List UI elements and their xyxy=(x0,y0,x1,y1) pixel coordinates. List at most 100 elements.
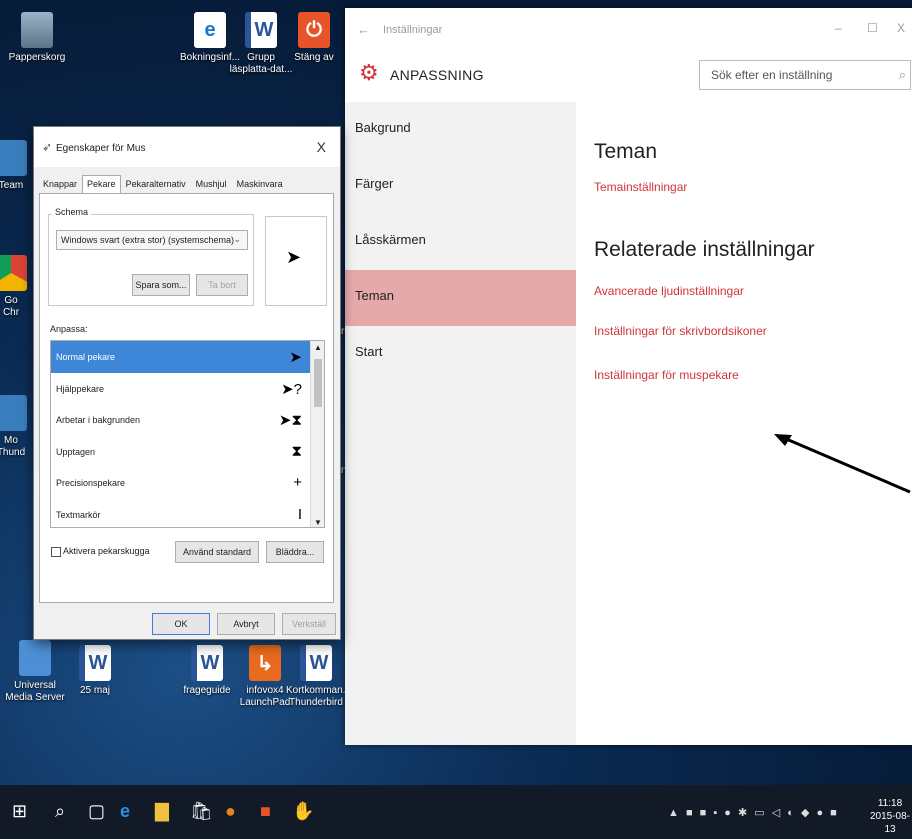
desktop-icons-link[interactable]: Inställningar för skrivbordsikoner xyxy=(594,324,912,338)
infovox-icon: ↳ xyxy=(249,645,281,681)
task-view-icon[interactable]: ▢ xyxy=(88,801,105,822)
help-cursor-icon: ➤? xyxy=(281,380,302,398)
scheme-label: Schema xyxy=(52,207,92,217)
crosshair-icon: + xyxy=(293,474,302,491)
tab-knappar[interactable]: Knappar xyxy=(38,175,82,193)
search-icon: ⌕ xyxy=(898,67,906,82)
nav-item-lasskarmen[interactable]: Låsskärmen xyxy=(345,214,576,270)
shutdown-shortcut[interactable]: ⏻ Stäng av xyxy=(283,12,345,64)
dialog-titlebar: ➶ Egenskaper för Mus X xyxy=(34,127,340,167)
pointer-list[interactable]: Normal pekare ➤ Hjälppekare ➤? Arbetar i… xyxy=(50,340,325,528)
checkbox-box xyxy=(51,546,61,557)
tab-pekaralternativ[interactable]: Pekaralternativ xyxy=(121,175,191,193)
settings-nav: Bakgrund Färger Låsskärmen Teman Start xyxy=(345,102,576,745)
chevron-down-icon: ⌄ xyxy=(233,234,241,244)
themes-heading: Teman xyxy=(594,140,658,163)
text-cursor-icon: I xyxy=(297,505,302,523)
cancel-button[interactable]: Avbryt xyxy=(217,613,275,635)
list-item[interactable]: Hjälppekare ➤? xyxy=(51,373,324,405)
windows-start-icon[interactable]: ⊞ xyxy=(12,801,27,822)
working-cursor-icon: ➤⧗ xyxy=(278,412,302,429)
theme-settings-link[interactable]: Temainställningar xyxy=(594,180,912,194)
nav-item-farger[interactable]: Färger xyxy=(345,158,576,214)
minimize-icon[interactable]: – xyxy=(835,21,842,35)
ok-button[interactable]: OK xyxy=(152,613,210,635)
kortkommandon-shortcut[interactable]: W Kortkomman... Thunderbird xyxy=(286,645,351,709)
settings-window: ← Inställningar – ☐ X ⚙ ANPASSNING Sök e… xyxy=(345,8,912,745)
tab-maskinvara[interactable]: Maskinvara xyxy=(232,175,288,193)
settings-titlebar: ← Inställningar – ☐ X xyxy=(345,8,912,52)
annotation-arrow xyxy=(774,434,911,494)
scroll-thumb[interactable] xyxy=(314,359,322,407)
edge-icon: e xyxy=(194,12,226,48)
power-icon[interactable]: ■ xyxy=(260,801,271,822)
recycle-bin-shortcut[interactable]: Papperskorg xyxy=(2,12,72,64)
edge-icon[interactable]: e xyxy=(120,801,130,822)
back-arrow-icon[interactable]: ← xyxy=(357,22,370,37)
chrome-icon xyxy=(0,255,27,291)
taskbar: ⊞ ⌕ ▢ e ▇ 🛍 ● ■ ✋ ▲ ■ ■ ▪ ● ✱ ▭ ◁ ◐ ◆ ● … xyxy=(0,785,912,839)
date: 2015-08-13 xyxy=(869,811,911,835)
list-item[interactable]: Arbetar i bakgrunden ➤⧗ xyxy=(51,404,324,436)
recycle-bin-icon xyxy=(21,12,53,48)
nav-item-bakgrund[interactable]: Bakgrund xyxy=(345,102,576,158)
list-item[interactable]: Normal pekare ➤ xyxy=(51,341,324,373)
advanced-sound-link[interactable]: Avancerade ljudinställningar xyxy=(594,284,912,298)
store-icon[interactable]: 🛍 xyxy=(190,801,213,822)
mouse-pointer-icon: ➶ xyxy=(42,140,53,154)
firefox-icon[interactable]: ● xyxy=(225,801,236,822)
mouse-pointer-link[interactable]: Inställningar för muspekare xyxy=(594,368,912,382)
save-as-button[interactable]: Spara som... xyxy=(132,274,190,296)
search-icon[interactable]: ⌕ xyxy=(55,801,65,822)
teamviewer-shortcut[interactable]: Team xyxy=(0,140,36,192)
pointer-app-icon[interactable]: ✋ xyxy=(292,801,314,822)
chrome-shortcut[interactable]: Go Chr xyxy=(0,255,36,319)
mouse-properties-dialog: ➶ Egenskaper för Mus X Knappar Pekare Pe… xyxy=(33,126,341,640)
arrow-cursor-icon: ➤ xyxy=(286,247,302,267)
related-settings-heading: Relaterade inställningar xyxy=(594,238,815,261)
nav-item-start[interactable]: Start xyxy=(345,326,576,382)
scroll-up-icon[interactable]: ▲ xyxy=(314,343,322,352)
dialog-tabs: Knappar Pekare Pekaralternativ Mushjul M… xyxy=(38,175,288,193)
tab-mushjul[interactable]: Mushjul xyxy=(191,175,232,193)
settings-header: ⚙ ANPASSNING Sök efter en inställning ⌕ xyxy=(345,52,912,102)
scheme-select[interactable]: Windows svart (extra stor) (systemschema… xyxy=(56,230,248,250)
list-item[interactable]: Textmarkör I xyxy=(51,499,324,528)
power-icon: ⏻ xyxy=(298,12,330,48)
list-scrollbar[interactable]: ▲ ▼ xyxy=(310,341,324,527)
maj-doc-shortcut[interactable]: W 25 maj xyxy=(60,645,130,697)
search-placeholder: Sök efter en inställning xyxy=(711,68,833,82)
search-input[interactable]: Sök efter en inställning ⌕ xyxy=(699,60,911,90)
close-icon[interactable]: X xyxy=(317,139,326,155)
thunderbird-icon xyxy=(0,395,27,431)
list-item[interactable]: Precisionspekare + xyxy=(51,467,324,499)
pointer-shadow-checkbox[interactable]: Aktivera pekarskugga xyxy=(51,546,150,557)
file-explorer-icon[interactable]: ▇ xyxy=(155,801,169,822)
tab-pekare[interactable]: Pekare xyxy=(82,175,121,193)
use-default-button[interactable]: Använd standard xyxy=(175,541,259,563)
system-tray[interactable]: ▲ ■ ■ ▪ ● ✱ ▭ ◁ ◐ ◆ ● ■ xyxy=(668,806,839,819)
word-doc-icon: W xyxy=(245,12,277,48)
apply-button[interactable]: Verkställ xyxy=(282,613,336,635)
scheme-value: Windows svart (extra stor) (systemschema… xyxy=(61,235,235,245)
page-title: ANPASSNING xyxy=(390,67,484,83)
close-icon[interactable]: X xyxy=(897,21,905,35)
customize-label: Anpassa: xyxy=(50,324,88,334)
delete-button[interactable]: Ta bort xyxy=(196,274,248,296)
maximize-icon[interactable]: ☐ xyxy=(867,21,878,35)
settings-content: Teman Temainställningar Relaterade instä… xyxy=(576,102,912,745)
browse-button[interactable]: Bläddra... xyxy=(266,541,324,563)
scroll-down-icon[interactable]: ▼ xyxy=(314,518,322,527)
gear-icon: ⚙ xyxy=(359,60,379,85)
nav-item-teman[interactable]: Teman xyxy=(345,270,576,326)
pointers-panel: Schema Windows svart (extra stor) (syste… xyxy=(39,193,334,603)
pointer-preview: ➤ xyxy=(265,216,327,306)
list-item[interactable]: Upptagen ⧗ xyxy=(51,436,324,468)
teamviewer-icon xyxy=(0,140,27,176)
word-doc-icon: W xyxy=(191,645,223,681)
hourglass-icon: ⧗ xyxy=(291,442,302,460)
globe-icon xyxy=(19,640,51,676)
clock[interactable]: 11:18 2015-08-13 xyxy=(868,797,912,836)
arrow-cursor-icon: ➤ xyxy=(289,349,302,366)
thunderbird-shortcut[interactable]: MoThund xyxy=(0,395,36,459)
